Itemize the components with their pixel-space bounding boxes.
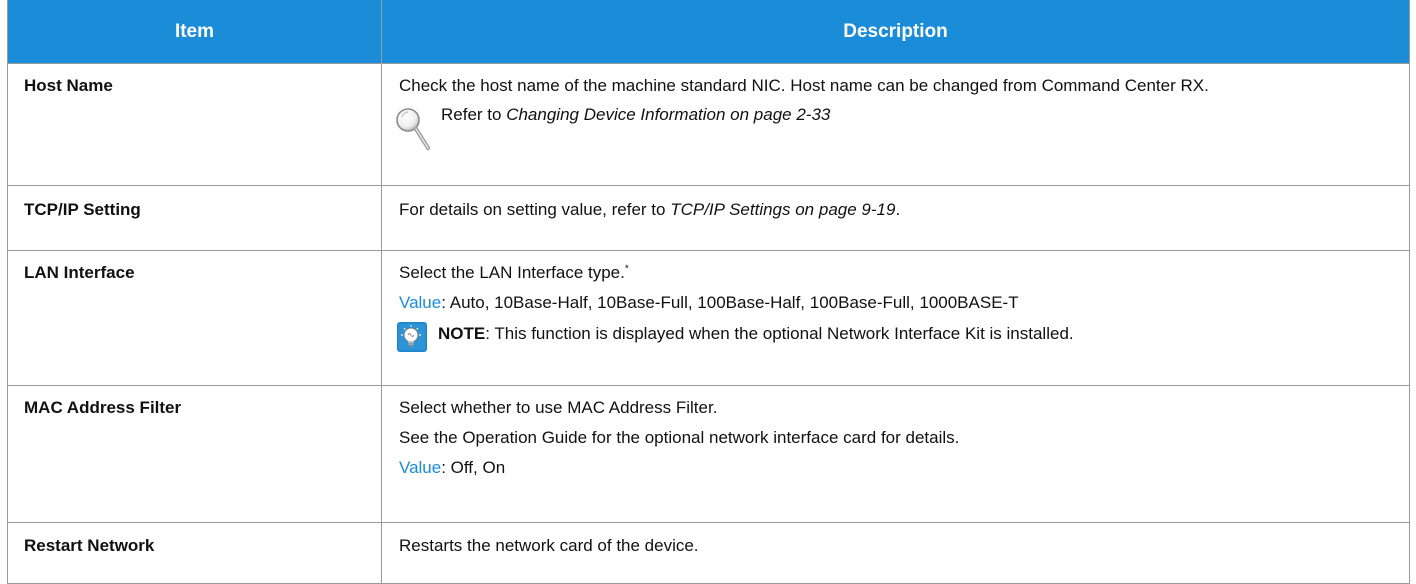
refer-link[interactable]: Changing Device Information on page 2-33: [506, 105, 830, 124]
settings-table: Item Description Host Name Check the hos…: [7, 0, 1410, 584]
table-row-tcpip: TCP/IP Setting For details on setting va…: [7, 185, 1410, 251]
item-host-name: Host Name: [7, 63, 382, 186]
item-restart-network: Restart Network: [7, 522, 382, 584]
tcpip-desc-suffix: .: [895, 200, 901, 219]
desc-mac-filter: Select whether to use MAC Address Filter…: [381, 385, 1410, 523]
footnote-mark: *: [624, 263, 629, 275]
host-name-description: Check the host name of the machine stand…: [399, 76, 1209, 95]
tcpip-link[interactable]: TCP/IP Settings on page 9-19: [670, 200, 895, 219]
header-description: Description: [381, 0, 1410, 64]
mac-value-text: : Off, On: [441, 458, 506, 477]
item-mac-filter: MAC Address Filter: [7, 385, 382, 523]
mac-description: Select whether to use MAC Address Filter…: [399, 398, 718, 417]
refer-prefix: Refer to: [441, 105, 507, 124]
tcpip-desc-prefix: For details on setting value, refer to: [399, 200, 671, 219]
note-line: NOTE: This function is displayed when th…: [397, 322, 1393, 353]
lan-description: Select the LAN Interface type.: [399, 263, 625, 282]
item-lan-interface: LAN Interface: [7, 250, 382, 386]
desc-tcpip: For details on setting value, refer to T…: [381, 185, 1410, 251]
lan-description-line: Select the LAN Interface type.*: [399, 263, 1393, 283]
note-text: : This function is displayed when the op…: [485, 324, 1074, 343]
lan-value-line: Value: Auto, 10Base-Half, 10Base-Full, 1…: [399, 293, 1393, 313]
note-label: NOTE: [438, 324, 486, 343]
magnifier-icon: [396, 108, 430, 150]
table-row-restart-network: Restart Network Restarts the network car…: [7, 522, 1410, 584]
table-row-host-name: Host Name Check the host name of the mac…: [7, 63, 1410, 186]
table-row-lan-interface: LAN Interface Select the LAN Interface t…: [7, 250, 1410, 386]
desc-host-name: Check the host name of the machine stand…: [381, 63, 1410, 186]
desc-lan-interface: Select the LAN Interface type.* Value: A…: [381, 250, 1410, 386]
value-label: Value: [399, 458, 442, 477]
header-item: Item: [7, 0, 382, 64]
reference-line: Refer to Changing Device Information on …: [396, 105, 1393, 150]
desc-restart-network: Restarts the network card of the device.: [381, 522, 1410, 584]
value-label: Value: [399, 293, 442, 312]
mac-value-line: Value: Off, On: [399, 458, 1393, 478]
lightbulb-note-icon: [397, 322, 427, 352]
table-header-row: Item Description: [7, 0, 1410, 64]
lan-value-text: : Auto, 10Base-Half, 10Base-Full, 100Bas…: [441, 293, 1019, 312]
table-row-mac-filter: MAC Address Filter Select whether to use…: [7, 385, 1410, 523]
item-tcpip: TCP/IP Setting: [7, 185, 382, 251]
mac-description-2: See the Operation Guide for the optional…: [399, 428, 960, 447]
